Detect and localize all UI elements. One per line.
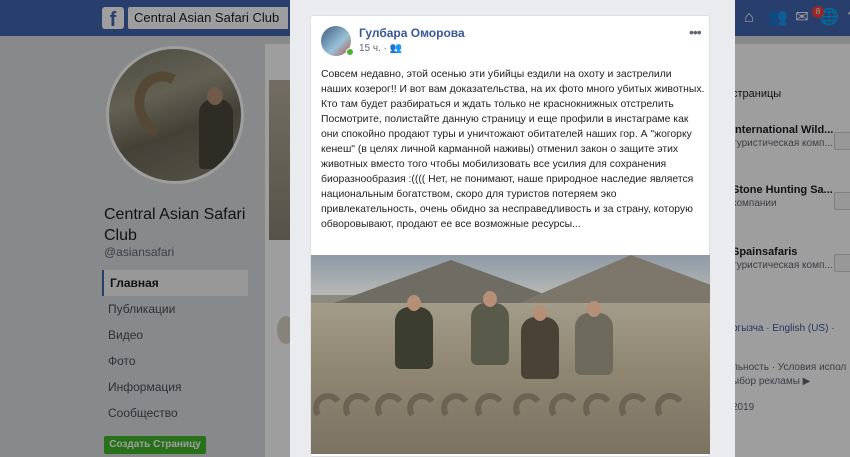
ibex-horn	[438, 390, 474, 426]
ibex-horn	[510, 390, 546, 426]
ibex-horn	[652, 390, 688, 426]
ibex-horn	[546, 390, 582, 426]
hunter-figure	[395, 307, 433, 369]
post-meta: 15 ч. · 👥	[359, 43, 403, 54]
ibex-horn	[616, 390, 652, 426]
ibex-horn	[404, 390, 440, 426]
online-status-icon	[346, 48, 354, 56]
post-author[interactable]: Гулбара Оморова	[359, 26, 465, 40]
ibex-horn	[580, 390, 616, 426]
horns-row	[311, 390, 708, 433]
post-text: Совсем недавно, этой осенью эти убийцы е…	[321, 67, 705, 232]
post-photo[interactable]	[311, 255, 710, 454]
more-icon[interactable]: •••	[689, 24, 702, 40]
hunter-figure	[521, 317, 559, 379]
post-timestamp[interactable]: 15 ч.	[359, 43, 381, 54]
ibex-horn	[372, 390, 408, 426]
post-modal: Гулбара Оморова 15 ч. · 👥 ••• Совсем нед…	[290, 0, 735, 457]
hunter-head	[587, 301, 601, 317]
ibex-horn	[311, 390, 346, 426]
post-paragraph: Совсем недавно, этой осенью эти убийцы е…	[321, 69, 705, 110]
hunter-head	[533, 305, 547, 321]
ibex-horn	[340, 390, 376, 426]
ibex-horn	[472, 390, 508, 426]
hunter-head	[483, 291, 497, 307]
friends-icon[interactable]: 👥	[390, 43, 402, 54]
post-paragraph: Посмотрите, полистайте данную страницу и…	[321, 114, 694, 230]
hunter-figure	[471, 303, 509, 365]
hunter-head	[407, 295, 421, 311]
hunter-figure	[575, 313, 613, 375]
post-card: Гулбара Оморова 15 ч. · 👥 ••• Совсем нед…	[310, 15, 710, 457]
